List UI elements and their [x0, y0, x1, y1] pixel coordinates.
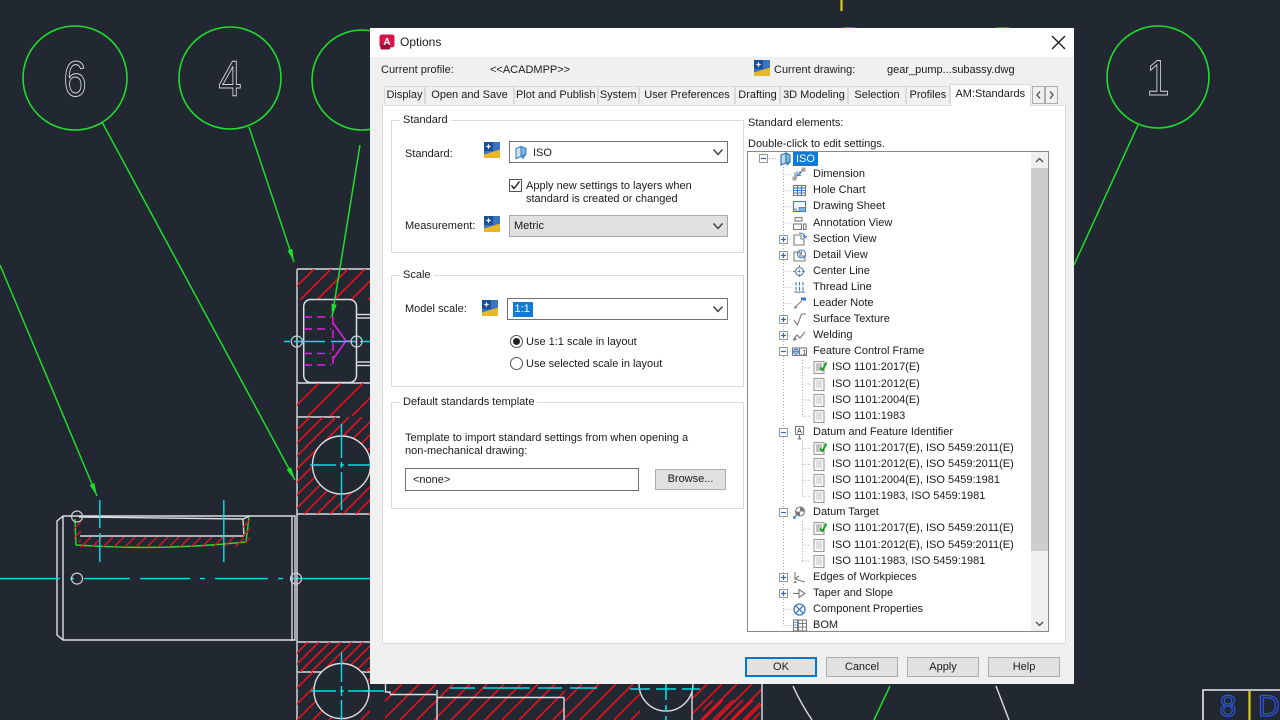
- svg-text:6: 6: [64, 51, 87, 107]
- svg-text:1: 1: [1147, 50, 1170, 106]
- svg-text:.1: .1: [801, 350, 807, 357]
- svg-text:d2: d2: [794, 171, 802, 178]
- svg-text:DR: DR: [1258, 690, 1280, 720]
- svg-text:4: 4: [219, 51, 242, 107]
- svg-text:A: A: [797, 428, 802, 435]
- svg-text:A: A: [383, 37, 390, 48]
- svg-text:8: 8: [1220, 690, 1237, 720]
